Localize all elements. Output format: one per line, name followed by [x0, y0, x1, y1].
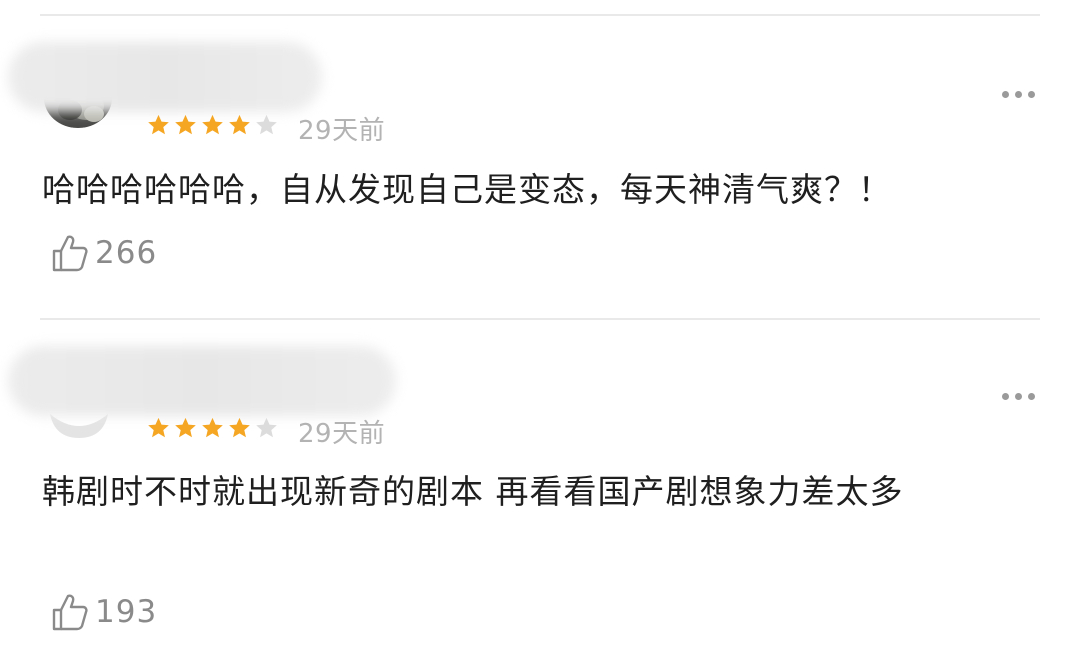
star-empty-icon: [256, 114, 277, 135]
like-count: 266: [95, 235, 158, 271]
more-dots-icon: [1028, 91, 1035, 98]
avatar[interactable]: [48, 412, 110, 440]
more-options-button[interactable]: [1002, 91, 1035, 98]
more-dots-icon: [1015, 91, 1022, 98]
more-dots-icon: [1028, 393, 1035, 400]
star-filled-icon: [202, 417, 223, 438]
rating-stars: [146, 416, 279, 441]
comment-time: 29天前: [298, 116, 386, 146]
username-blurred: [8, 42, 322, 112]
divider: [40, 14, 1040, 16]
like-button[interactable]: 193: [51, 592, 157, 632]
star-filled-icon: [148, 114, 169, 135]
comment-text: 韩剧时不时就出现新奇的剧本 再看看国产剧想象力差太多: [42, 472, 904, 511]
like-button[interactable]: 266: [51, 233, 157, 273]
thumbs-up-icon: [52, 235, 88, 272]
more-options-button[interactable]: [1002, 393, 1035, 400]
star-empty-icon: [256, 417, 277, 438]
comment-list: 29天前 哈哈哈哈哈哈，自从发现自己是变态，每天神清气爽？！ 266 29天前: [0, 0, 1080, 661]
star-filled-icon: [175, 114, 196, 135]
thumbs-up-icon: [52, 594, 88, 631]
like-count: 193: [95, 594, 158, 630]
comment-time: 29天前: [298, 419, 386, 449]
star-filled-icon: [229, 417, 250, 438]
star-filled-icon: [202, 114, 223, 135]
more-dots-icon: [1002, 393, 1009, 400]
username-blurred: [8, 346, 396, 416]
star-filled-icon: [148, 417, 169, 438]
more-dots-icon: [1015, 393, 1022, 400]
star-filled-icon: [229, 114, 250, 135]
divider: [40, 318, 1040, 320]
rating-stars: [146, 113, 279, 138]
comment-text: 哈哈哈哈哈哈，自从发现自己是变态，每天神清气爽？！: [42, 170, 892, 209]
more-dots-icon: [1002, 91, 1009, 98]
star-filled-icon: [175, 417, 196, 438]
